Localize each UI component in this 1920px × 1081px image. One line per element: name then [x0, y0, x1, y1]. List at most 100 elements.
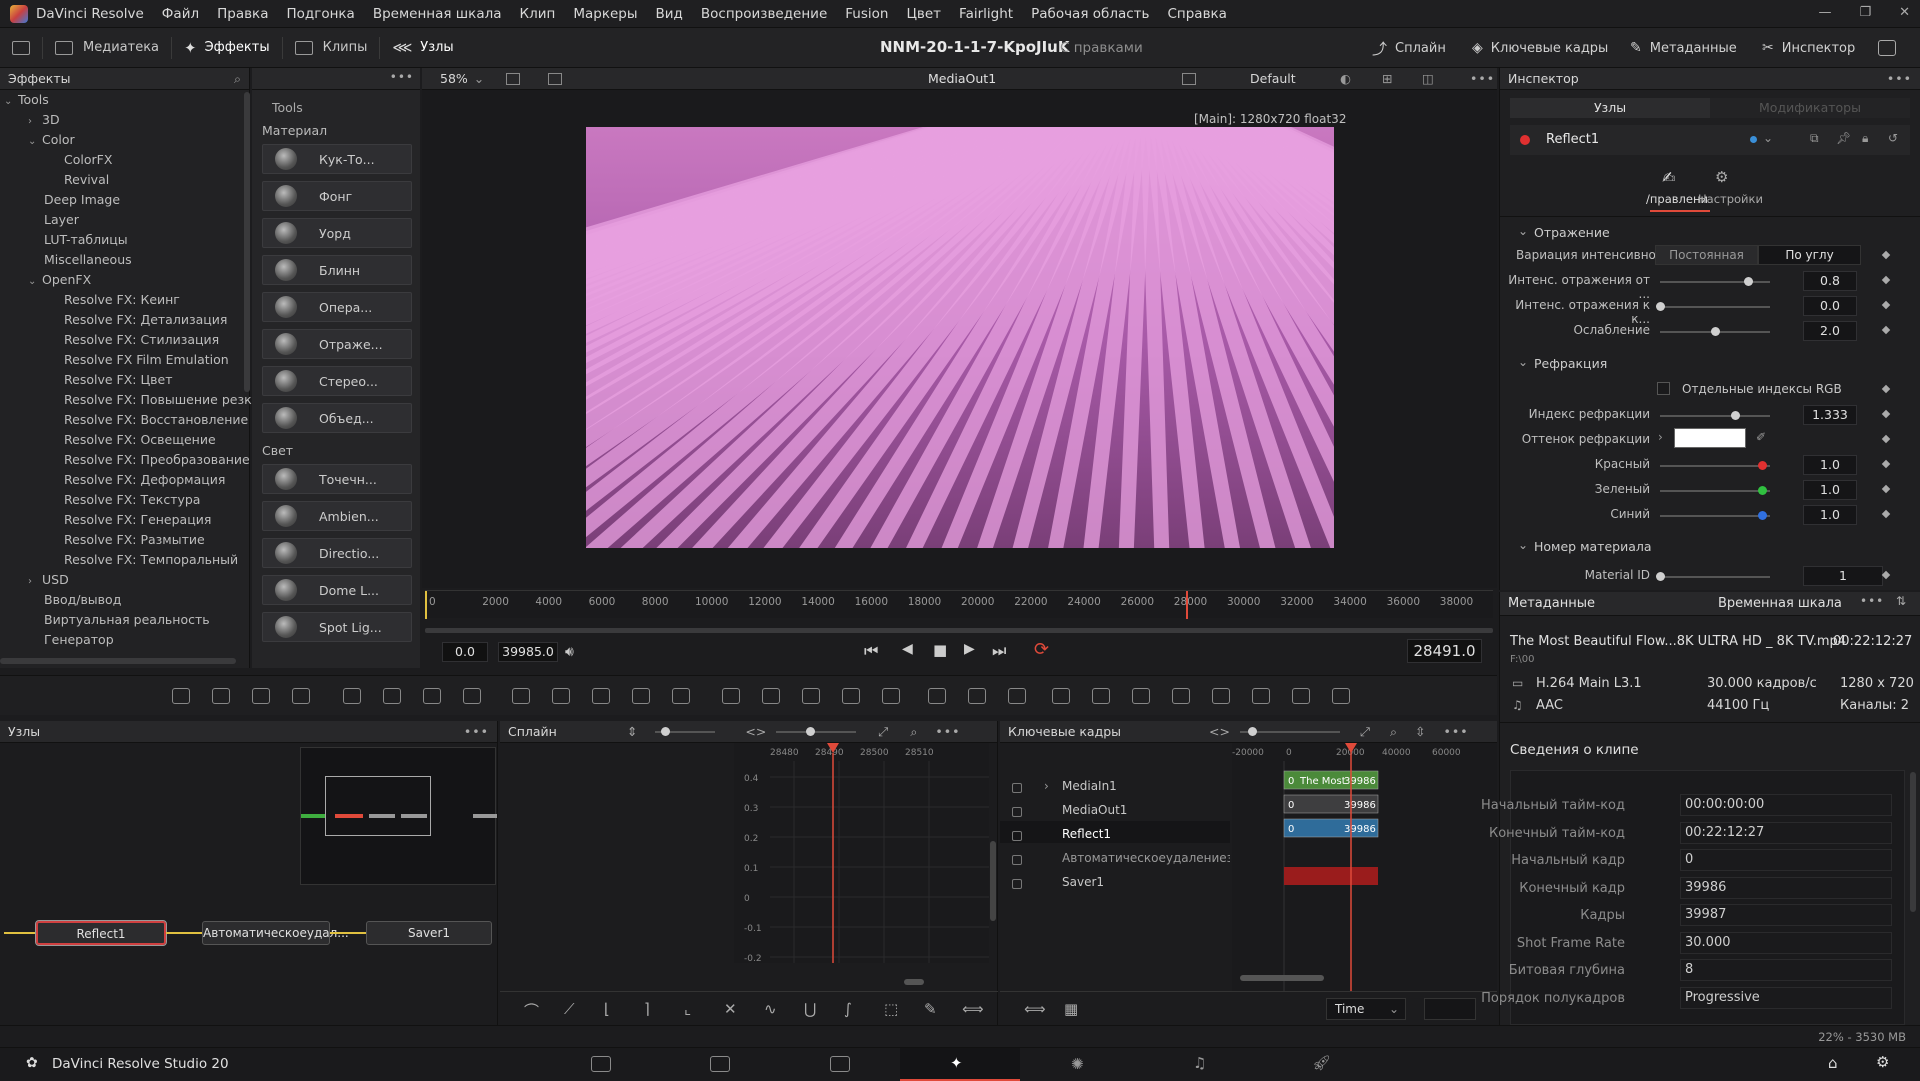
refraction-index-field[interactable]: 1.333 [1803, 405, 1857, 425]
nodes-button[interactable]: ⋘ Узлы [380, 28, 465, 68]
reflection-falloff-slider[interactable] [1660, 281, 1770, 283]
more-options-icon[interactable]: ••• [935, 724, 960, 739]
fusion-tool-icon[interactable] [423, 688, 441, 704]
fusion-tool-icon[interactable] [1292, 688, 1310, 704]
panel-toggle-button[interactable] [0, 28, 42, 68]
tool-merge[interactable]: Объед... [262, 403, 412, 433]
tool-operator[interactable]: Опера... [262, 292, 412, 322]
tree-item[interactable]: ⌄ OpenFX [4, 270, 249, 290]
keyframe-diamond-icon[interactable] [1881, 434, 1891, 444]
loop-spline-icon[interactable]: ⋃ [804, 1000, 816, 1018]
time-field[interactable] [1424, 998, 1476, 1020]
pin-icon[interactable]: 📌︎ [1836, 131, 1851, 145]
red-field[interactable]: 1.0 [1803, 455, 1857, 475]
variation-option-angle[interactable]: По углу [1758, 245, 1861, 265]
tree-item[interactable]: Resolve FX: Детализация [4, 310, 249, 330]
track-saver1[interactable]: Saver1 [1062, 875, 1104, 889]
spline-vscrollbar[interactable] [990, 841, 996, 921]
reset-icon[interactable]: ↺ [1888, 131, 1898, 145]
track-mediain1[interactable]: MediaIn1 [1062, 779, 1117, 793]
tree-item[interactable]: Resolve FX: Темпоральный [4, 550, 249, 570]
zoom-dropdown[interactable]: 58% [440, 71, 468, 86]
material-id-field[interactable]: 1 [1803, 566, 1883, 586]
play-icon[interactable]: ▶ [964, 641, 975, 657]
restore-icon[interactable]: ❐ [1859, 5, 1871, 20]
spreadsheet-icon[interactable]: ▦ [1064, 1000, 1078, 1018]
clip-info-value[interactable]: Progressive [1680, 986, 1892, 1009]
effects-button[interactable]: ✦ Эффекты [172, 28, 282, 68]
timeline-ruler[interactable]: 0 2000 4000 6000 8000 10000 12000 14000 16000 180… [425, 590, 1493, 619]
slider-knob[interactable] [1758, 461, 1767, 470]
tree-item[interactable]: ColorFX [4, 150, 249, 170]
fusion-tool-icon[interactable] [1052, 688, 1070, 704]
node-reflect1[interactable]: Reflect1 [35, 920, 167, 946]
lock-icon[interactable] [1012, 783, 1022, 793]
lock-icon[interactable]: 🔒︎ [1862, 131, 1868, 146]
tree-item[interactable]: › USD [4, 570, 249, 590]
spline-hscrollbar[interactable] [904, 979, 924, 985]
keyframes-hscrollbar[interactable] [1240, 975, 1324, 981]
tab-modifiers[interactable]: Модификаторы [1710, 98, 1910, 118]
fit-horizontal-icon[interactable]: <> [745, 724, 766, 739]
tree-item[interactable]: LUT-таблицы [4, 230, 249, 250]
reflection-value-field[interactable]: 0.8 [1803, 271, 1857, 291]
menu-fairlight[interactable]: Fairlight [959, 6, 1013, 22]
chevron-down-icon[interactable]: ⌄ [1518, 355, 1528, 369]
material-id-slider[interactable] [1660, 576, 1770, 578]
time-mode-dropdown[interactable]: Time ⌄ [1326, 998, 1406, 1020]
edit-page-icon[interactable] [830, 1056, 850, 1072]
spline-graph[interactable]: 28480 28490 28500 28510 0.4 0.3 0.2 0.1 0 -0.1 -0.… [734, 743, 989, 964]
smooth-icon[interactable]: ⌒ [524, 1000, 539, 1021]
clip-info-value[interactable]: 8 [1680, 959, 1892, 981]
reverse-icon[interactable]: ✕ [724, 1000, 737, 1018]
fusion-tool-icon[interactable] [1172, 688, 1190, 704]
node-navigator[interactable] [300, 747, 497, 885]
sort-icon[interactable]: ⇅ [1896, 594, 1906, 608]
node-auto-bg-remover[interactable]: Автоматическоеудал... [202, 921, 349, 945]
media-pool-button[interactable]: Медиатека [43, 28, 171, 68]
expand-icon[interactable]: ⤢ [878, 724, 888, 740]
media-page-icon[interactable] [591, 1056, 611, 1072]
split-view-icon[interactable]: ◫ [1422, 71, 1434, 86]
viewer-image[interactable] [586, 127, 1334, 548]
settings-tab-icon[interactable]: ⚙ [1715, 168, 1728, 186]
time-stretch-icon[interactable]: ✎ [924, 1000, 937, 1018]
tool-ward[interactable]: Уорд [262, 218, 412, 248]
track-mediaout1[interactable]: MediaOut1 [1062, 803, 1127, 817]
select-icon[interactable]: ⬚ [884, 1000, 898, 1018]
step-in-icon[interactable]: ⌞ [684, 1000, 691, 1018]
slider-knob[interactable] [806, 726, 816, 736]
keyframe-diamond-icon[interactable] [1881, 325, 1891, 335]
tree-item[interactable]: Ввод/вывод [4, 590, 249, 610]
tool-cook-torrance[interactable]: Кук-То... [262, 144, 412, 174]
layout-dropdown[interactable]: Default [1250, 71, 1296, 86]
tree-item[interactable]: Resolve FX: Преобразование [4, 450, 250, 470]
keyframe-timeline[interactable]: -2000002000040000600000The Most399860399… [1232, 743, 1497, 991]
timeline-tab[interactable]: Временная шкала [1718, 596, 1842, 611]
menu-workspace[interactable]: Рабочая область [1031, 6, 1149, 22]
clip-info-value[interactable]: 39986 [1680, 876, 1892, 899]
slider-knob[interactable] [1711, 327, 1720, 336]
fusion-tool-icon[interactable] [212, 688, 230, 704]
fusion-tool-icon[interactable] [842, 688, 860, 704]
tree-item[interactable]: Resolve FX: Стилизация [4, 330, 249, 350]
shape-box-icon[interactable]: ⟺ [962, 1000, 984, 1018]
time-stretch-icon[interactable]: ⟺ [1024, 1000, 1046, 1018]
tree-item[interactable]: Layer [4, 210, 249, 230]
slider-knob[interactable] [661, 726, 671, 736]
section-reflection[interactable]: Отражение [1534, 225, 1610, 240]
home-icon[interactable]: ⌂ [1828, 1054, 1838, 1072]
lock-icon[interactable] [1012, 831, 1022, 841]
node-saver1[interactable]: Saver1 [366, 921, 492, 945]
rgb-indices-checkbox[interactable] [1657, 382, 1670, 395]
keyframes-button[interactable]: ◈ Ключевые кадры [1472, 28, 1608, 68]
in-point-field[interactable]: 0.0 [442, 642, 488, 662]
cut-page-icon[interactable] [710, 1056, 730, 1072]
tree-item[interactable]: Виртуальная реальность [4, 610, 249, 630]
tree-item[interactable]: Miscellaneous [4, 250, 249, 270]
keyframe-diamond-icon[interactable] [1881, 384, 1891, 394]
menu-edit[interactable]: Правка [217, 6, 268, 22]
volume-icon[interactable]: 🔊︎ [565, 644, 574, 660]
play-reverse-icon[interactable]: ◀ [902, 641, 913, 657]
blue-field[interactable]: 1.0 [1803, 505, 1857, 525]
